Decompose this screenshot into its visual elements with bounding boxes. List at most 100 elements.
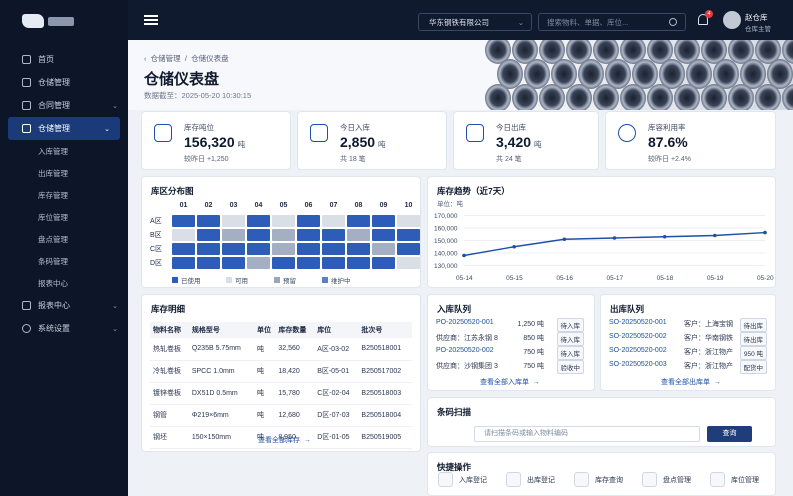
sidebar-item-contract[interactable]: 合同管理 ⌄ <box>0 94 128 117</box>
avatar[interactable] <box>723 11 741 29</box>
heatmap-cell[interactable] <box>272 215 295 227</box>
heatmap-cell[interactable] <box>322 257 345 269</box>
zone-heatmap-card: 库区分布图 01 02 03 04 05 06 07 08 09 10 A区 B区 C区 D区 已使用 可用 预… <box>141 176 421 288</box>
heatmap-cell[interactable] <box>322 229 345 241</box>
view-all-outbound-link[interactable]: 查看全部出库单 → <box>661 377 721 387</box>
queue-row[interactable]: SO-20250520-002 客户：浙江物产 950 吨 <box>609 346 767 360</box>
heatmap-cell[interactable] <box>372 229 395 241</box>
quick-stocktake-button[interactable]: 盘点管理 <box>642 472 691 487</box>
heatmap-cell[interactable] <box>347 257 370 269</box>
kpi-value: 2,850 吨 <box>340 134 386 150</box>
quick-location-button[interactable]: 库位管理 <box>710 472 759 487</box>
breadcrumb-root[interactable]: 仓储管理 <box>151 54 181 63</box>
heatmap-cell[interactable] <box>272 243 295 255</box>
data-point[interactable] <box>612 236 617 240</box>
table-row[interactable]: 热轧卷板 Q235B 5.75mm 吨 32,560 A区-03-02 B25051800… <box>150 338 412 361</box>
heatmap-cell[interactable] <box>397 215 420 227</box>
heatmap-cell[interactable] <box>222 257 245 269</box>
queue-row[interactable]: 供应商：沙钢集团 3 750 吨 验收中 <box>436 360 584 374</box>
heatmap-cell[interactable] <box>347 229 370 241</box>
queue-id: SO-20250520-002 <box>609 347 667 354</box>
user-name: 赵仓库 <box>745 13 768 22</box>
quick-outbound-button[interactable]: 出库登记 <box>506 472 555 487</box>
sidebar-sub-barcode[interactable]: 条码管理 <box>0 250 128 272</box>
table-row[interactable]: 钢管 Φ219×6mm 吨 12,680 D区-07-03 B250518004 <box>150 404 412 427</box>
heatmap-cell[interactable] <box>222 243 245 255</box>
heatmap-cell[interactable] <box>272 229 295 241</box>
heatmap-cell[interactable] <box>322 215 345 227</box>
data-point[interactable] <box>512 244 516 249</box>
box-icon <box>22 78 31 87</box>
table-row[interactable]: 冷轧卷板 SPCC 1.0mm 吨 18,420 B区-05-01 B250517002 <box>150 360 412 383</box>
query-button[interactable]: 查询 <box>707 426 752 442</box>
sidebar-sub-stocktake[interactable]: 盘点管理 <box>0 228 128 250</box>
heatmap-column-label: 01 <box>179 202 188 209</box>
sidebar-sub-inbound[interactable]: 入库管理 <box>0 140 128 162</box>
heatmap-cell[interactable] <box>247 257 270 269</box>
heatmap-cell[interactable] <box>197 229 220 241</box>
data-point[interactable] <box>462 253 466 258</box>
heatmap-cell[interactable] <box>197 215 220 227</box>
sidebar-sub-report[interactable]: 报表中心 <box>0 272 128 294</box>
heatmap-cell[interactable] <box>347 215 370 227</box>
view-all-inbound-link[interactable]: 查看全部入库单 → <box>480 377 540 387</box>
steel-pipes-image <box>485 40 793 110</box>
queue-row[interactable]: 供应商：江苏永钢 8 850 吨 待入库 <box>436 332 584 346</box>
heatmap-cell[interactable] <box>297 257 320 269</box>
heatmap-cell[interactable] <box>247 243 270 255</box>
sidebar-sub-location[interactable]: 库位管理 <box>0 206 128 228</box>
heatmap-cell[interactable] <box>297 243 320 255</box>
table-header: 批次号 <box>358 322 412 338</box>
heatmap-cell[interactable] <box>397 257 420 269</box>
heatmap-cell[interactable] <box>172 243 195 255</box>
queue-row[interactable]: PO-20250520-001 1,250 吨 待入库 <box>436 318 584 332</box>
sidebar-item-storage[interactable]: 仓储管理 ⌄ <box>8 117 120 140</box>
barcode-input[interactable]: 请扫描条码或输入物料编码 <box>474 426 700 442</box>
table-header: 物料名称 <box>150 322 189 338</box>
heatmap-cell[interactable] <box>297 215 320 227</box>
data-point[interactable] <box>662 234 667 239</box>
queue-row[interactable]: SO-20250520-002 客户：华南钢铁 待出库 <box>609 332 767 346</box>
heatmap-cell[interactable] <box>272 257 295 269</box>
quick-inbound-button[interactable]: 入库登记 <box>438 472 487 487</box>
heatmap-cell[interactable] <box>197 243 220 255</box>
sidebar-item-reports[interactable]: 报表中心 ⌄ <box>0 294 128 317</box>
sidebar-item-settings[interactable]: 系统设置 ⌄ <box>0 317 128 340</box>
queue-row[interactable]: PO-20250520-002 750 吨 待入库 <box>436 346 584 360</box>
quick-stock-query-button[interactable]: 库存查询 <box>574 472 623 487</box>
heatmap-cell[interactable] <box>397 229 420 241</box>
heatmap-cell[interactable] <box>247 215 270 227</box>
heatmap-cell[interactable] <box>372 257 395 269</box>
search-input[interactable]: 搜索物料、单据、库位... <box>538 13 686 31</box>
queue-row[interactable]: SO-20250520-003 客户：浙江物产 配货中 <box>609 360 767 374</box>
data-point[interactable] <box>562 237 567 242</box>
table-row[interactable]: 镀锌卷板 DX51D 0.5mm 吨 15,780 C区-02-04 B250518003 <box>150 382 412 405</box>
data-point[interactable] <box>713 233 717 238</box>
menu-icon[interactable] <box>144 15 158 25</box>
heatmap-cell[interactable] <box>222 229 245 241</box>
sidebar-item-home[interactable]: 首页 <box>0 48 128 71</box>
heatmap-cell[interactable] <box>372 215 395 227</box>
table-cell: Φ219×6mm <box>188 404 255 427</box>
sidebar-sub-outbound[interactable]: 出库管理 <box>0 162 128 184</box>
data-point[interactable] <box>763 230 767 235</box>
heatmap-cell[interactable] <box>347 243 370 255</box>
company-select[interactable]: 华东钢铁有限公司 ⌄ <box>418 13 532 31</box>
heatmap-cell[interactable] <box>172 257 195 269</box>
sidebar-sub-inventory[interactable]: 库存管理 <box>0 184 128 206</box>
heatmap-cell[interactable] <box>172 229 195 241</box>
back-icon[interactable]: ‹ <box>144 54 147 63</box>
heatmap-cell[interactable] <box>397 243 420 255</box>
heatmap-cell[interactable] <box>322 243 345 255</box>
sidebar-item-storage-1[interactable]: 仓储管理 <box>0 71 128 94</box>
heatmap-cell[interactable] <box>172 215 195 227</box>
heatmap-cell[interactable] <box>297 229 320 241</box>
table-cell: B250518001 <box>358 338 412 361</box>
heatmap-cell[interactable] <box>222 215 245 227</box>
heatmap-cell[interactable] <box>372 243 395 255</box>
heatmap-legend-item: 可用 <box>226 275 248 285</box>
heatmap-cell[interactable] <box>197 257 220 269</box>
view-all-inventory-link[interactable]: 查看全部库存 → <box>258 435 311 445</box>
queue-row[interactable]: SO-20250520-001 客户：上海宝钢 待出库 <box>609 318 767 332</box>
heatmap-cell[interactable] <box>247 229 270 241</box>
